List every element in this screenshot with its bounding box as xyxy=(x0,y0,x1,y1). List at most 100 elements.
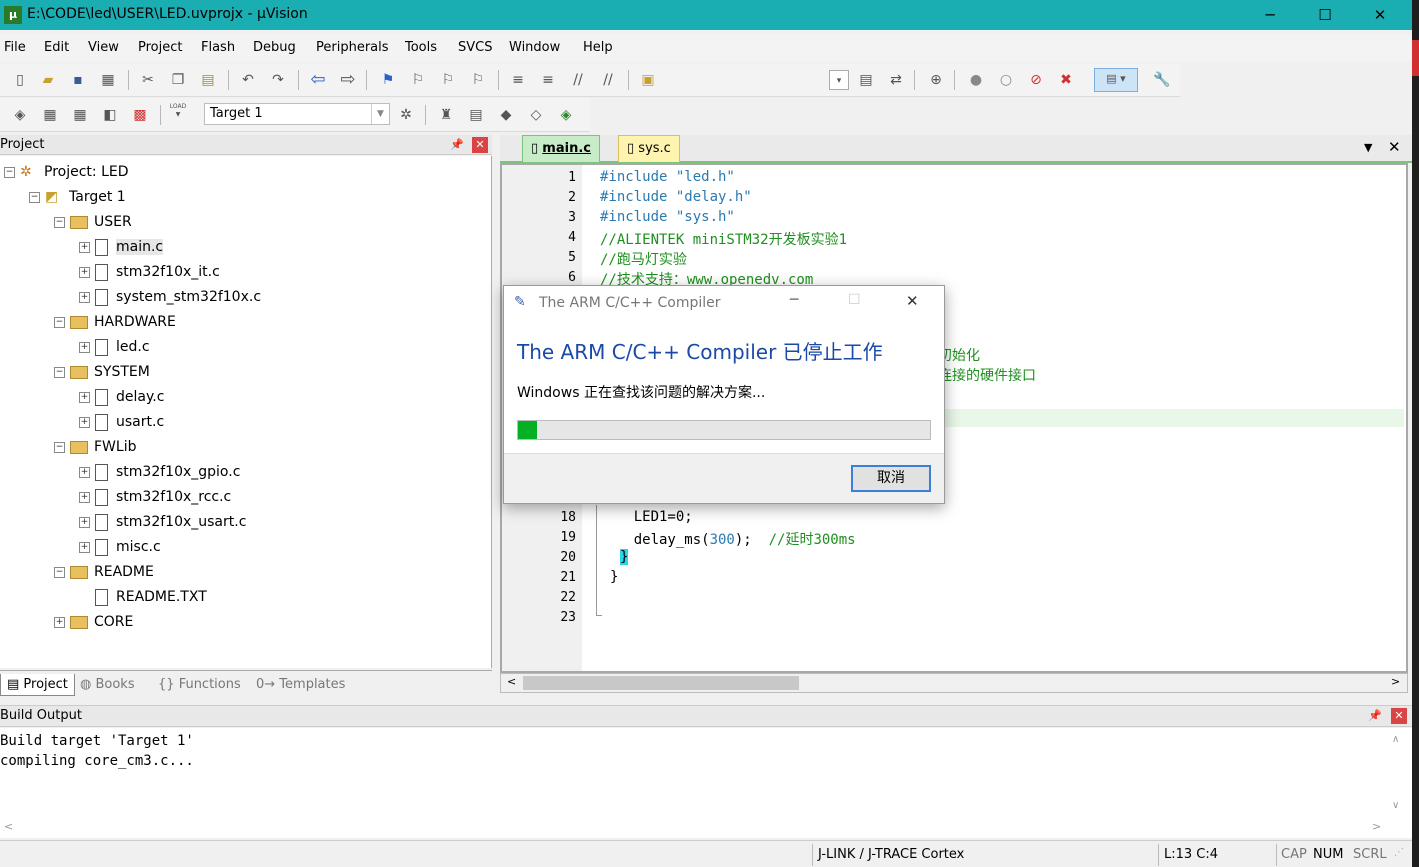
batch-build-icon[interactable]: ◧ xyxy=(100,105,120,125)
tree-item-file[interactable]: + misc.c xyxy=(79,535,161,559)
dialog-close-button[interactable]: ✕ xyxy=(906,292,919,310)
target-select[interactable]: Target 1 ▼ xyxy=(204,103,390,125)
collapse-icon[interactable]: − xyxy=(54,441,65,453)
editor-horizontal-scrollbar[interactable]: < > xyxy=(500,673,1408,693)
manage-project-items-icon[interactable]: ♜ xyxy=(436,105,456,125)
manage-rte-icon[interactable]: ◆ xyxy=(496,105,516,125)
scroll-up-icon[interactable]: ∧ xyxy=(1392,734,1399,745)
collapse-icon[interactable]: − xyxy=(4,166,15,178)
menu-peripherals[interactable]: Peripherals xyxy=(316,40,389,55)
tree-item-file[interactable]: + stm32f10x_rcc.c xyxy=(79,485,231,509)
close-button[interactable]: ✕ xyxy=(1357,0,1403,30)
tree-item-file[interactable]: + usart.c xyxy=(79,410,164,434)
cancel-button[interactable]: 取消 xyxy=(851,465,931,492)
tree-item-file[interactable]: README.TXT xyxy=(79,585,207,609)
stop-build-icon[interactable]: ▩ xyxy=(130,105,150,125)
close-panel-icon[interactable]: ✕ xyxy=(472,137,488,153)
copy-icon[interactable]: ❐ xyxy=(168,70,188,90)
expand-icon[interactable]: + xyxy=(79,241,90,253)
tab-sys-c[interactable]: ▯ sys.c xyxy=(618,135,680,162)
redo-icon[interactable]: ↷ xyxy=(268,70,288,90)
pin-icon[interactable]: 📌 xyxy=(1368,708,1382,724)
resize-grip-icon[interactable]: ⋰ xyxy=(1394,847,1404,858)
menu-project[interactable]: Project xyxy=(138,40,182,55)
close-panel-icon[interactable]: ✕ xyxy=(1391,708,1407,724)
replace-icon[interactable]: ⇄ xyxy=(886,70,906,90)
find-in-files-icon[interactable]: ▣ xyxy=(638,70,658,90)
menu-edit[interactable]: Edit xyxy=(44,40,69,55)
build-icon[interactable]: ▦ xyxy=(40,105,60,125)
menu-view[interactable]: View xyxy=(88,40,119,55)
tab-functions[interactable]: {} Functions xyxy=(158,674,241,696)
tree-item-file[interactable]: + stm32f10x_it.c xyxy=(79,260,220,284)
expand-icon[interactable]: + xyxy=(79,516,90,528)
target-options-icon[interactable]: ✲ xyxy=(396,105,416,125)
expand-icon[interactable]: + xyxy=(79,416,90,428)
collapse-icon[interactable]: − xyxy=(29,191,40,203)
scroll-down-icon[interactable]: ∨ xyxy=(1392,800,1399,811)
collapse-icon[interactable]: − xyxy=(54,366,65,378)
dialog-minimize-button[interactable]: ─ xyxy=(790,292,798,308)
indent-icon[interactable]: ≡ xyxy=(508,70,528,90)
menu-window[interactable]: Window xyxy=(509,40,560,55)
menu-flash[interactable]: Flash xyxy=(201,40,235,55)
zoom-search-icon[interactable]: ⊕ xyxy=(926,70,946,90)
scroll-left-icon[interactable]: < xyxy=(507,675,516,688)
window-layout-icon[interactable]: ▤ ▾ xyxy=(1094,68,1138,92)
collapse-icon[interactable] xyxy=(79,592,90,603)
expand-icon[interactable]: + xyxy=(79,341,90,353)
tree-item-folder[interactable]: − USER xyxy=(54,210,132,234)
tree-item-file[interactable]: + main.c xyxy=(79,235,164,259)
next-bookmark-icon[interactable]: ⚐ xyxy=(438,70,458,90)
disable-breakpoint-icon[interactable]: ○ xyxy=(996,70,1016,90)
navigate-back-icon[interactable]: ⇦ xyxy=(308,70,328,90)
tree-item-file[interactable]: + led.c xyxy=(79,335,150,359)
rebuild-icon[interactable]: ▦ xyxy=(70,105,90,125)
paste-icon[interactable]: ▤ xyxy=(198,70,218,90)
save-icon[interactable]: ▪ xyxy=(68,70,88,90)
scrollbar-thumb[interactable] xyxy=(523,676,799,690)
tab-project[interactable]: ▤ Project xyxy=(0,674,75,696)
navigate-forward-icon[interactable]: ⇨ xyxy=(338,70,358,90)
tree-item-project[interactable]: − ✲ Project: LED xyxy=(4,160,129,184)
tree-item-folder[interactable]: + CORE xyxy=(54,610,133,634)
menu-help[interactable]: Help xyxy=(583,40,613,55)
expand-icon[interactable]: + xyxy=(79,466,90,478)
save-all-icon[interactable]: ▦ xyxy=(98,70,118,90)
disable-all-breakpoints-icon[interactable]: ⊘ xyxy=(1026,70,1046,90)
menu-file[interactable]: File xyxy=(4,40,26,55)
tree-item-folder[interactable]: − FWLib xyxy=(54,435,136,459)
select-packs-icon[interactable]: ◇ xyxy=(526,105,546,125)
previous-bookmark-icon[interactable]: ⚐ xyxy=(408,70,428,90)
tree-item-folder[interactable]: − README xyxy=(54,560,154,584)
scroll-left-icon[interactable]: < xyxy=(4,820,13,833)
scroll-right-icon[interactable]: > xyxy=(1372,820,1381,833)
tree-item-folder[interactable]: − SYSTEM xyxy=(54,360,150,384)
menu-debug[interactable]: Debug xyxy=(253,40,296,55)
expand-icon[interactable]: + xyxy=(79,541,90,553)
tab-list-dropdown-icon[interactable]: ▼ xyxy=(1364,141,1372,154)
file-extensions-icon[interactable]: ▤ xyxy=(466,105,486,125)
collapse-icon[interactable]: − xyxy=(54,316,65,328)
pack-installer-icon[interactable]: ◈ xyxy=(556,105,576,125)
tab-main-c[interactable]: ▯ main.c xyxy=(522,135,600,162)
maximize-button[interactable]: ☐ xyxy=(1302,0,1348,30)
undo-icon[interactable]: ↶ xyxy=(238,70,258,90)
expand-icon[interactable]: + xyxy=(79,291,90,303)
open-folder-icon[interactable]: ▰ xyxy=(38,70,58,90)
new-file-icon[interactable]: ▯ xyxy=(10,70,30,90)
kill-all-breakpoints-icon[interactable]: ✖ xyxy=(1056,70,1076,90)
incremental-find-icon[interactable]: ▤ xyxy=(856,70,876,90)
comment-icon[interactable]: // xyxy=(568,70,588,90)
translate-icon[interactable]: ◈ xyxy=(10,105,30,125)
tree-item-folder[interactable]: − HARDWARE xyxy=(54,310,176,334)
minimize-button[interactable]: ─ xyxy=(1247,0,1293,30)
configure-icon[interactable]: 🔧 xyxy=(1152,70,1172,90)
insert-bookmark-icon[interactable]: ⚑ xyxy=(378,70,398,90)
menu-svcs[interactable]: SVCS xyxy=(458,40,492,55)
cut-icon[interactable]: ✂ xyxy=(138,70,158,90)
clear-bookmarks-icon[interactable]: ⚐ xyxy=(468,70,488,90)
expand-icon[interactable]: + xyxy=(79,391,90,403)
tree-item-file[interactable]: + system_stm32f10x.c xyxy=(79,285,261,309)
breakpoint-icon[interactable]: ● xyxy=(966,70,986,90)
